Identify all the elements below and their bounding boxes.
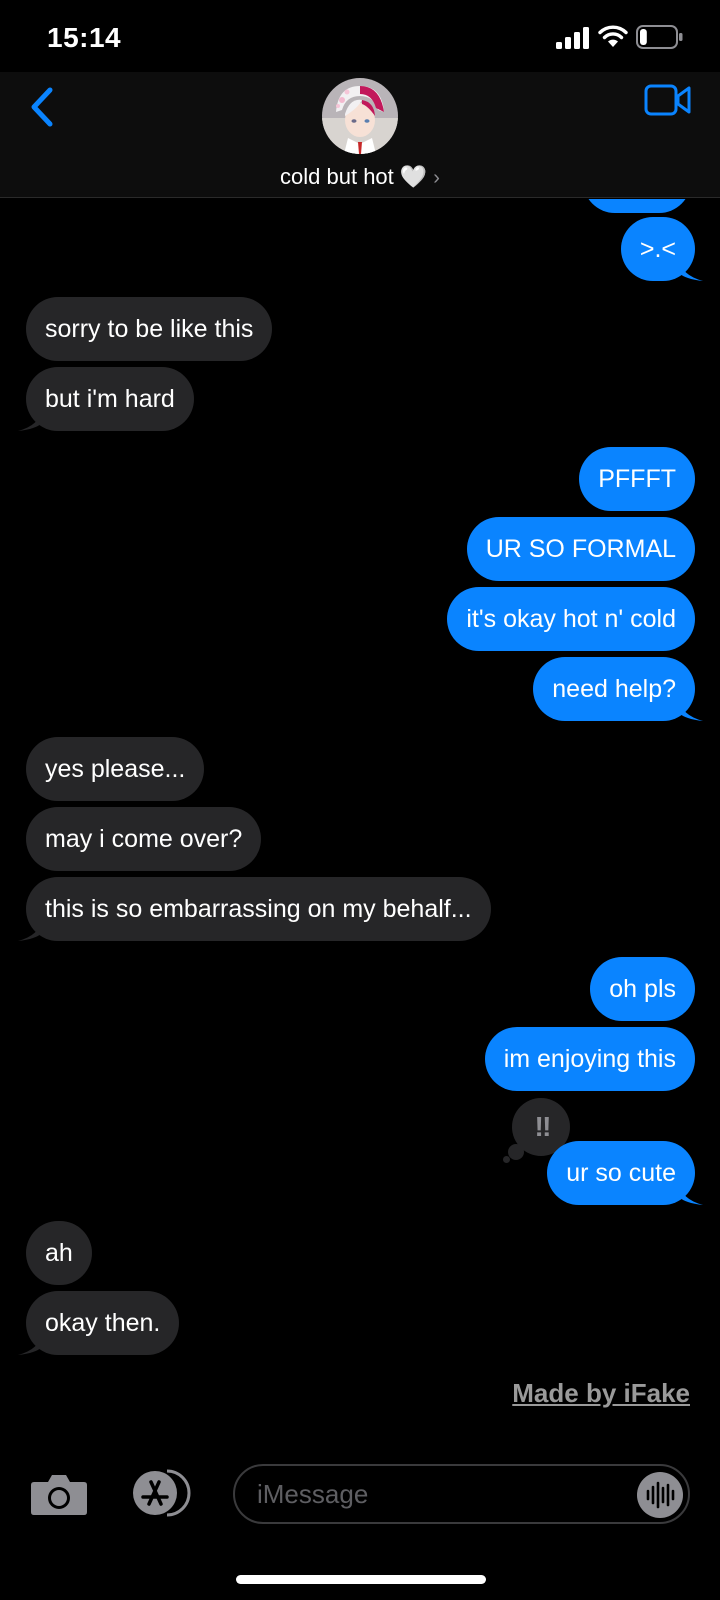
message-bubble-incoming[interactable]: okay then. [18,1291,180,1355]
message-text: it's okay hot n' cold [466,605,676,633]
message-bubble-incoming[interactable]: may i come over? [26,807,262,871]
message-text: this is so embarrassing on my behalf... [45,895,472,923]
message-bubble-outgoing[interactable]: need help? [533,657,703,721]
message-text: yes please... [45,755,186,783]
wifi-icon [598,25,628,47]
video-camera-icon[interactable] [644,82,692,118]
message-text: but i'm hard [45,385,175,413]
message-bubble-outgoing[interactable]: >.< [620,217,703,281]
avatar-image [322,78,398,154]
message-text: im enjoying this [503,1045,676,1073]
message-bubble-incoming[interactable]: sorry to be like this [26,297,273,361]
message-bubble-incoming[interactable]: but i'm hard [18,367,194,431]
conversation-header: cold but hot 🤍 › [0,72,720,198]
contact-avatar[interactable] [322,78,398,154]
message-text: ah [45,1239,73,1267]
chevron-right-icon: › [433,167,440,189]
watermark-link[interactable]: Made by iFake [512,1378,690,1409]
imessage-input[interactable] [233,1464,690,1524]
message-text: PFFFT [598,465,676,493]
message-bubble-incoming[interactable]: ah [26,1221,92,1285]
camera-icon[interactable] [30,1472,88,1516]
message-text: need help? [552,675,676,703]
message-text: oh pls [609,975,676,1003]
message-bubble-outgoing[interactable]: UR SO FORMAL [466,517,695,581]
contact-name-label: cold but hot 🤍 [280,164,428,189]
message-text: may i come over? [45,825,243,853]
message-bubble-incoming[interactable]: this is so embarrassing on my behalf... [18,877,491,941]
message-bubble-outgoing[interactable]: im enjoying this [484,1027,695,1091]
home-indicator[interactable] [236,1575,486,1584]
signal-icon [556,27,589,49]
message-bubble-outgoing[interactable]: ur so cute [547,1141,703,1205]
message-bubble-outgoing[interactable]: oh pls [590,957,695,1021]
message-text: >.< [639,235,676,263]
message-text: sorry to be like this [45,315,254,343]
audio-waveform-icon[interactable] [636,1471,684,1519]
bubble-tail [18,919,42,941]
message-text: UR SO FORMAL [485,535,676,563]
contact-name[interactable]: cold but hot 🤍 › [0,164,720,190]
status-bar: 15:14 [0,0,720,72]
message-thread[interactable]: >.< sorry to be like this but i'm hard P… [0,199,720,1449]
message-bubble-outgoing[interactable]: it's okay hot n' cold [447,587,695,651]
bubble-tail [679,699,703,721]
bubble-tail [679,1183,703,1205]
message-bubble-incoming[interactable]: yes please... [26,737,205,801]
bubble-tail [679,259,703,281]
message-text: okay then. [45,1309,161,1337]
battery-icon [636,25,683,49]
message-bubble-outgoing[interactable]: PFFFT [579,447,695,511]
bubble-tail [18,409,42,431]
status-time: 15:14 [47,22,122,53]
bubble-tail [18,1333,42,1355]
message-text: ur so cute [566,1159,676,1187]
appstore-icon[interactable] [127,1468,195,1518]
back-icon[interactable] [26,84,60,130]
message-bubble-partial [583,199,691,213]
